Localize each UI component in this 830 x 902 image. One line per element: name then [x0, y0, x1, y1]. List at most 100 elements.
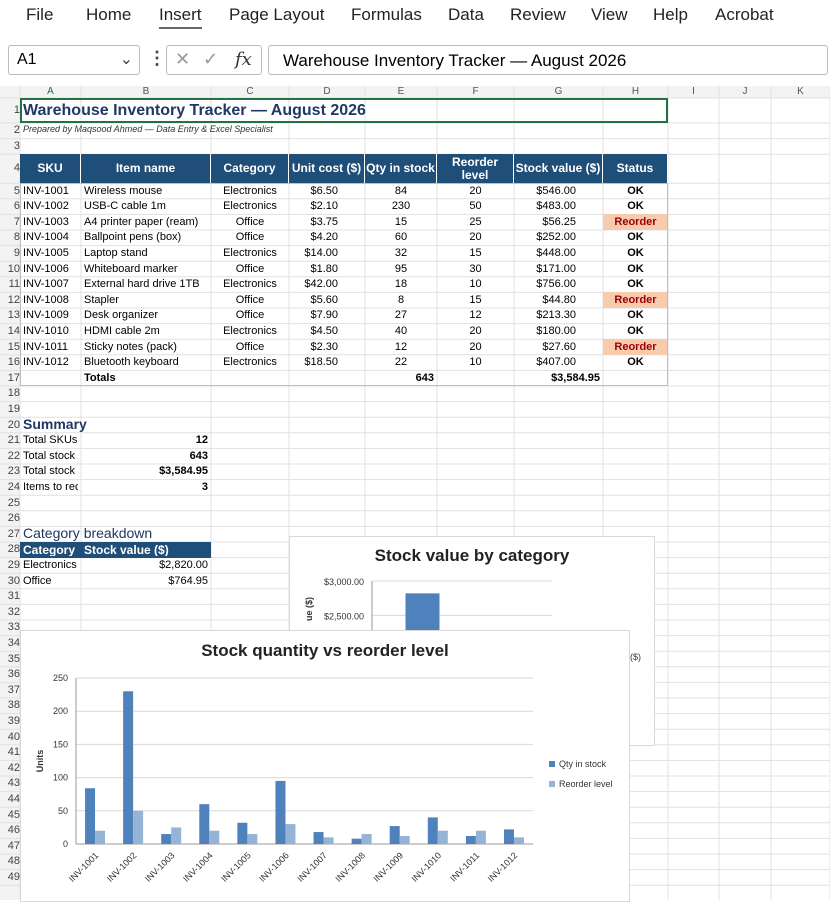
column-header-g[interactable]: G: [514, 86, 603, 98]
table-header-cell[interactable]: Status: [603, 154, 668, 184]
category-header-cell[interactable]: Stock value ($): [84, 543, 208, 556]
row-header[interactable]: 8: [0, 231, 20, 244]
row-header[interactable]: 42: [0, 762, 20, 775]
row-header[interactable]: 45: [0, 809, 20, 822]
table-cell[interactable]: 20: [440, 231, 511, 244]
table-cell[interactable]: $42.00: [292, 278, 338, 291]
row-header[interactable]: 27: [0, 528, 20, 541]
table-cell[interactable]: 230: [368, 200, 434, 213]
table-cell[interactable]: Stapler: [84, 294, 208, 307]
row-header[interactable]: 36: [0, 668, 20, 681]
row-header[interactable]: 7: [0, 216, 20, 229]
table-cell[interactable]: $483.00: [517, 200, 576, 213]
table-cell[interactable]: INV-1007: [23, 278, 78, 291]
table-cell[interactable]: INV-1010: [23, 325, 78, 338]
table-cell[interactable]: Office: [214, 341, 286, 354]
menu-data[interactable]: Data: [448, 5, 484, 25]
row-header[interactable]: 2: [0, 124, 20, 137]
table-cell[interactable]: $14.00: [292, 247, 338, 260]
table-cell[interactable]: Laptop stand: [84, 247, 208, 260]
row-header[interactable]: 10: [0, 263, 20, 276]
table-cell[interactable]: $5.60: [292, 294, 338, 307]
row-header[interactable]: 41: [0, 746, 20, 759]
table-cell[interactable]: 50: [440, 200, 511, 213]
column-header-h[interactable]: H: [603, 86, 668, 98]
table-cell[interactable]: 12: [440, 309, 511, 322]
table-cell[interactable]: $180.00: [517, 325, 576, 338]
column-header-c[interactable]: C: [211, 86, 289, 98]
table-cell[interactable]: 8: [368, 294, 434, 307]
table-cell[interactable]: OK: [606, 231, 665, 244]
table-cell[interactable]: Electronics: [214, 200, 286, 213]
row-header[interactable]: 6: [0, 200, 20, 213]
table-cell[interactable]: Wireless mouse: [84, 185, 208, 198]
table-cell[interactable]: Reorder: [606, 341, 665, 354]
table-cell[interactable]: INV-1004: [23, 231, 78, 244]
table-cell[interactable]: Office: [214, 309, 286, 322]
row-header[interactable]: 43: [0, 777, 20, 790]
row-header[interactable]: 25: [0, 497, 20, 510]
column-header-f[interactable]: F: [437, 86, 514, 98]
row-header[interactable]: 37: [0, 684, 20, 697]
row-header[interactable]: 21: [0, 434, 20, 447]
summary-value[interactable]: 3: [84, 481, 208, 494]
table-cell[interactable]: $44.80: [517, 294, 576, 307]
row-header[interactable]: 48: [0, 855, 20, 868]
table-cell[interactable]: Electronics: [214, 325, 286, 338]
summary-title[interactable]: Summary: [23, 416, 286, 433]
totals-value[interactable]: $3,584.95: [517, 372, 600, 385]
row-header[interactable]: 19: [0, 403, 20, 416]
menu-home[interactable]: Home: [86, 5, 131, 25]
row-header[interactable]: 17: [0, 372, 20, 385]
summary-label[interactable]: Total stock: [23, 465, 78, 478]
table-cell[interactable]: 32: [368, 247, 434, 260]
menu-page-layout[interactable]: Page Layout: [229, 5, 324, 25]
table-cell[interactable]: 10: [440, 278, 511, 291]
category-value[interactable]: $764.95: [84, 575, 208, 588]
row-header[interactable]: 18: [0, 387, 20, 400]
row-header[interactable]: 35: [0, 653, 20, 666]
row-header[interactable]: 33: [0, 621, 20, 634]
table-cell[interactable]: OK: [606, 325, 665, 338]
table-cell[interactable]: OK: [606, 356, 665, 369]
category-name[interactable]: Office: [23, 575, 78, 588]
table-cell[interactable]: 40: [368, 325, 434, 338]
row-header[interactable]: 32: [0, 606, 20, 619]
row-header[interactable]: 1: [0, 104, 20, 117]
totals-qty[interactable]: 643: [368, 372, 434, 385]
table-cell[interactable]: INV-1006: [23, 263, 78, 276]
table-cell[interactable]: OK: [606, 200, 665, 213]
table-cell[interactable]: Electronics: [214, 247, 286, 260]
summary-value[interactable]: 643: [84, 450, 208, 463]
table-cell[interactable]: 22: [368, 356, 434, 369]
menu-review[interactable]: Review: [510, 5, 566, 25]
table-cell[interactable]: 20: [440, 341, 511, 354]
table-header-cell[interactable]: Stock value ($): [514, 154, 603, 184]
table-cell[interactable]: USB-C cable 1m: [84, 200, 208, 213]
table-cell[interactable]: 20: [440, 185, 511, 198]
table-cell[interactable]: Electronics: [214, 278, 286, 291]
row-header[interactable]: 30: [0, 575, 20, 588]
more-options-icon[interactable]: ⋮: [148, 48, 166, 69]
table-cell[interactable]: INV-1005: [23, 247, 78, 260]
table-cell[interactable]: $448.00: [517, 247, 576, 260]
column-header-e[interactable]: E: [365, 86, 437, 98]
table-cell[interactable]: 15: [368, 216, 434, 229]
menu-view[interactable]: View: [591, 5, 628, 25]
column-header-b[interactable]: B: [81, 86, 211, 98]
table-header-cell[interactable]: SKU: [20, 154, 81, 184]
category-header-cell[interactable]: Category: [23, 543, 78, 556]
sheet-subtitle[interactable]: Prepared by Maqsood Ahmed — Data Entry &…: [23, 124, 362, 137]
summary-value[interactable]: $3,584.95: [84, 465, 208, 478]
table-cell[interactable]: A4 printer paper (ream): [84, 216, 208, 229]
table-header-cell[interactable]: Category: [211, 154, 289, 184]
table-cell[interactable]: $18.50: [292, 356, 338, 369]
table-cell[interactable]: INV-1003: [23, 216, 78, 229]
table-cell[interactable]: Office: [214, 216, 286, 229]
chevron-down-icon[interactable]: ⌄: [120, 49, 133, 69]
table-header-cell[interactable]: Reorder level: [437, 154, 514, 184]
table-cell[interactable]: $4.50: [292, 325, 338, 338]
table-cell[interactable]: 95: [368, 263, 434, 276]
totals-label[interactable]: Totals: [84, 372, 208, 385]
category-name[interactable]: Electronics: [23, 559, 78, 572]
